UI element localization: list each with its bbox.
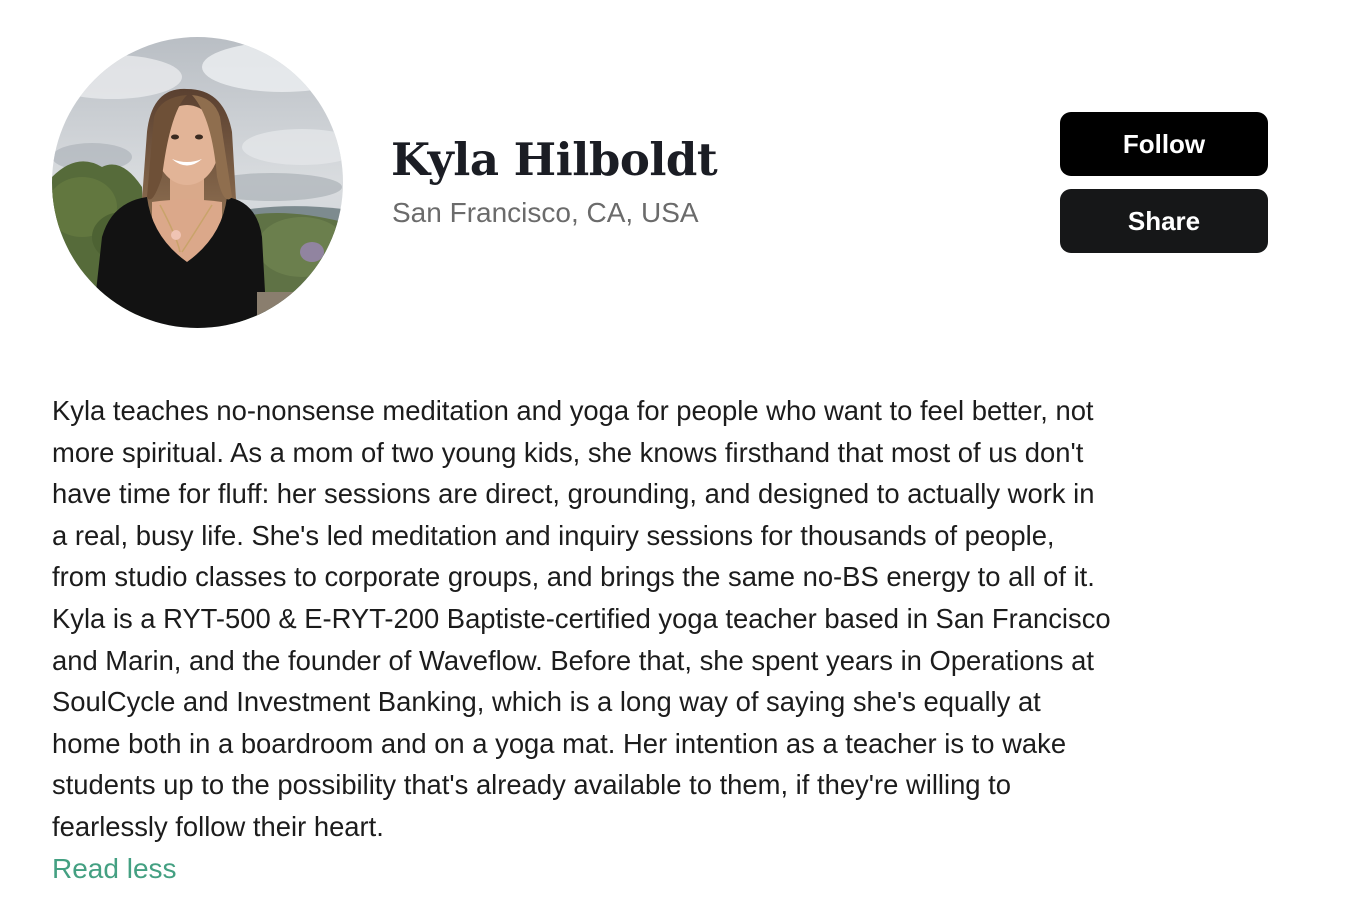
share-button[interactable]: Share xyxy=(1060,189,1268,253)
follow-button[interactable]: Follow xyxy=(1060,112,1268,176)
bio-line: students up to the possibility that's al… xyxy=(52,769,1011,801)
read-less-link[interactable]: Read less xyxy=(52,848,177,890)
profile-photo-icon xyxy=(52,37,343,328)
bio-line: a real, busy life. She's led meditation … xyxy=(52,519,1055,551)
bio-line: Kyla is a RYT-500 & E-RYT-200 Baptiste-c… xyxy=(52,602,1111,634)
avatar xyxy=(52,37,343,328)
profile-location: San Francisco, CA, USA xyxy=(392,197,699,228)
bio-line: have time for fluff: her sessions are di… xyxy=(52,478,1095,510)
profile-page: Kyla Hilboldt San Francisco, CA, USA Fol… xyxy=(0,0,1350,922)
bio-line: and Marin, and the founder of Waveflow. … xyxy=(52,644,1094,676)
bio-line: Kyla teaches no-nonsense meditation and … xyxy=(52,395,1094,426)
bio-line: home both in a boardroom and on a yoga m… xyxy=(52,727,1067,759)
profile-name: Kyla Hilboldt xyxy=(391,133,718,186)
bio-line: from studio classes to corporate groups,… xyxy=(52,561,1095,593)
bio-line: fearlessly follow their heart. xyxy=(52,810,384,842)
bio-line: more spiritual. As a mom of two young ki… xyxy=(52,436,1084,468)
bio-text: Kyla teaches no-nonsense meditation and … xyxy=(52,390,1277,848)
bio-line: SoulCycle and Investment Banking, which … xyxy=(52,686,1041,718)
